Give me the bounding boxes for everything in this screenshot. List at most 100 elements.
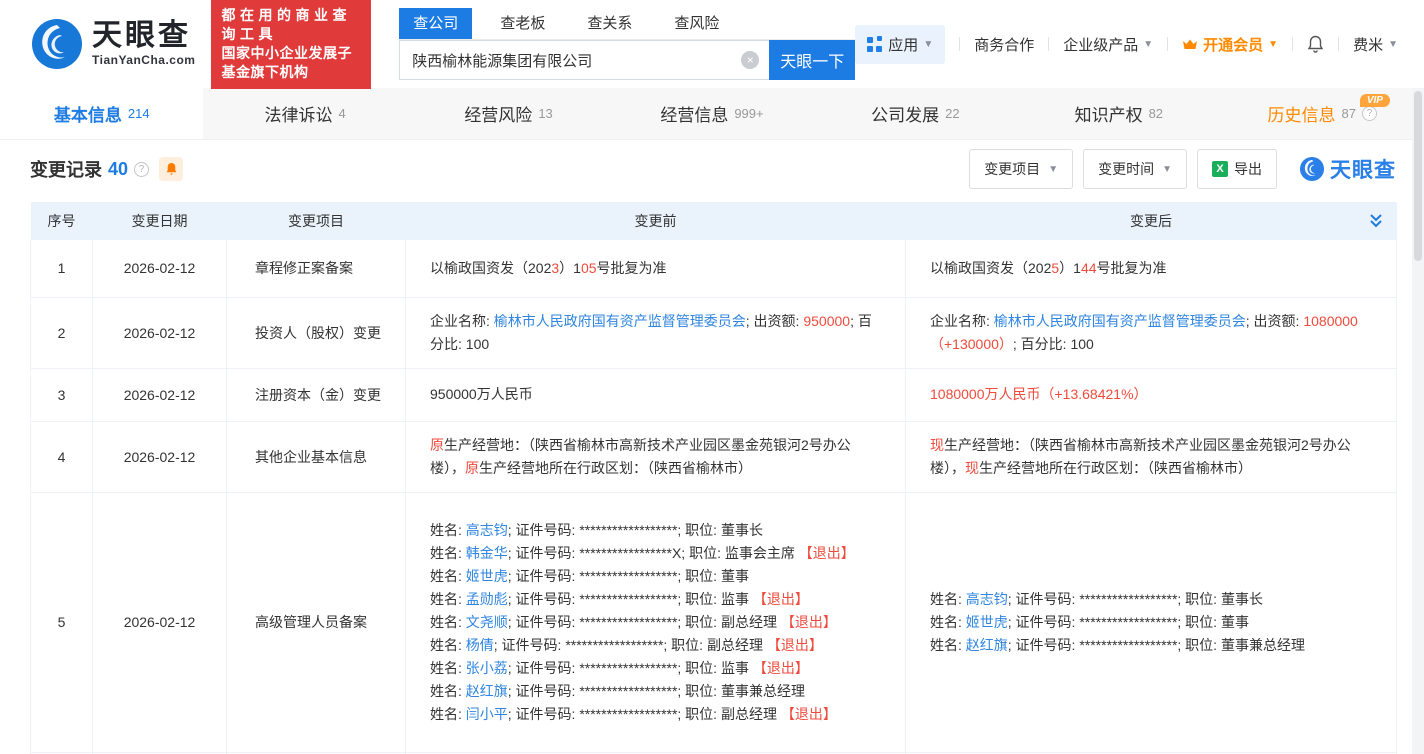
cell-text: 姓名: bbox=[430, 522, 466, 538]
entity-link[interactable]: 孟勋彪 bbox=[466, 591, 508, 607]
tab-operation-risk[interactable]: 经营风险 13 bbox=[407, 88, 610, 139]
tianyancha-logo[interactable]: 天眼查 TianYanCha.com bbox=[30, 17, 195, 71]
search-tab-company[interactable]: 查公司 bbox=[399, 8, 472, 39]
tab-basic-info[interactable]: 基本信息 214 bbox=[0, 88, 203, 139]
changed-text: 【退出】 bbox=[767, 637, 823, 653]
search-input[interactable] bbox=[399, 40, 769, 80]
menu-cooperation[interactable]: 商务合作 bbox=[974, 34, 1034, 55]
cell-text: 姓名: bbox=[430, 683, 466, 699]
cell-text: 姓名: bbox=[430, 591, 466, 607]
tab-company-development[interactable]: 公司发展 22 bbox=[814, 88, 1017, 139]
scrollbar[interactable] bbox=[1412, 88, 1424, 754]
table-row: 52026-02-12高级管理人员备案姓名: 高志钧; 证件号码: ******… bbox=[31, 492, 1397, 752]
col-header-no: 序号 bbox=[31, 202, 93, 240]
cell-text: ; 出资额: bbox=[746, 313, 804, 329]
tianyancha-eye-icon bbox=[1299, 156, 1325, 182]
entity-link[interactable]: 榆林市人民政府国有资产监督管理委员会 bbox=[994, 313, 1246, 329]
tab-history-info[interactable]: 历史信息 87 ? VIP bbox=[1221, 88, 1424, 139]
entity-link[interactable]: 榆林市人民政府国有资产监督管理委员会 bbox=[494, 313, 746, 329]
company-nav-tabs: 基本信息 214 法律诉讼 4 经营风险 13 经营信息 999+ 公司发展 2… bbox=[0, 88, 1424, 140]
cell-text: 以榆政国资发（202 bbox=[930, 260, 1051, 276]
change-date: 2026-02-12 bbox=[93, 492, 227, 752]
cell-text: 姓名: bbox=[430, 614, 466, 630]
menu-enterprise[interactable]: 企业级产品 ▼ bbox=[1063, 34, 1153, 55]
vip-badge: VIP bbox=[1360, 94, 1390, 107]
search-tab-risk[interactable]: 查风险 bbox=[660, 8, 733, 39]
chevron-down-icon: ▼ bbox=[1268, 39, 1278, 50]
changed-text: 现 bbox=[965, 460, 979, 476]
entity-link[interactable]: 闫小平 bbox=[466, 706, 508, 722]
change-date: 2026-02-12 bbox=[93, 368, 227, 421]
entity-link[interactable]: 韩金华 bbox=[466, 545, 508, 561]
export-button[interactable]: X 导出 bbox=[1197, 149, 1277, 189]
cell-text: 以榆政国资发（202 bbox=[430, 260, 551, 276]
entity-link[interactable]: 姬世虎 bbox=[466, 568, 508, 584]
filter-change-time-button[interactable]: 变更时间 ▼ bbox=[1083, 149, 1187, 189]
site-header: 天眼查 TianYanCha.com 都在用的商业查询工具 国家中小企业发展子基… bbox=[0, 0, 1424, 88]
cell-text: ; 证件号码: ******************; 职位: 董事兼总经理 bbox=[1008, 637, 1305, 653]
entity-link[interactable]: 张小荔 bbox=[466, 660, 508, 676]
tab-legal-litigation[interactable]: 法律诉讼 4 bbox=[203, 88, 406, 139]
entity-link[interactable]: 文尧顺 bbox=[466, 614, 508, 630]
cell-text: 950000万人民币 bbox=[430, 386, 533, 402]
username: 费米 bbox=[1353, 34, 1383, 55]
change-record-section-bar: 变更记录 40 ? 变更项目 ▼ 变更时间 ▼ X 导出 天眼查 bbox=[0, 140, 1424, 198]
table-header-row: 序号 变更日期 变更项目 变更前 变更后 bbox=[31, 202, 1397, 240]
after-cell: 企业名称: 榆林市人民政府国有资产监督管理委员会; 出资额: 1080000（+… bbox=[906, 297, 1397, 368]
watermark-logo: 天眼查 bbox=[1299, 154, 1396, 184]
search-block: 查公司 查老板 查关系 查风险 × 天眼一下 bbox=[399, 8, 855, 80]
changed-text: 05 bbox=[581, 260, 597, 276]
table-row: 12026-02-12章程修正案备案以榆政国资发（2023）105号批复为准以榆… bbox=[31, 240, 1397, 297]
entity-link[interactable]: 赵红旗 bbox=[466, 683, 508, 699]
user-menu[interactable]: 费米 ▼ bbox=[1353, 34, 1398, 55]
divider bbox=[1167, 37, 1168, 51]
row-number: 2 bbox=[31, 297, 93, 368]
cell-text: ）1 bbox=[1059, 260, 1081, 276]
apps-label: 应用 bbox=[888, 34, 918, 55]
brand-name: 天眼查 bbox=[92, 21, 195, 51]
changed-text: 【退出】 bbox=[781, 614, 837, 630]
help-icon[interactable]: ? bbox=[134, 162, 149, 177]
search-button[interactable]: 天眼一下 bbox=[769, 40, 855, 80]
change-date: 2026-02-12 bbox=[93, 240, 227, 297]
entity-link[interactable]: 赵红旗 bbox=[966, 637, 1008, 653]
changed-text: 3 bbox=[551, 260, 559, 276]
col-header-date: 变更日期 bbox=[93, 202, 227, 240]
section-title: 变更记录 bbox=[30, 156, 102, 182]
cell-text: ; 证件号码: *****************X; 职位: 监事会主席 bbox=[508, 545, 799, 561]
cell-text: ; 证件号码: ******************; 职位: 副总经理 bbox=[508, 614, 781, 630]
after-cell: 以榆政国资发（2025）144号批复为准 bbox=[906, 240, 1397, 297]
search-tab-relation[interactable]: 查关系 bbox=[573, 8, 646, 39]
table-row: 32026-02-12注册资本（金）变更950000万人民币1080000万人民… bbox=[31, 368, 1397, 421]
before-cell: 企业名称: 榆林市人民政府国有资产监督管理委员会; 出资额: 950000; 百… bbox=[406, 297, 906, 368]
open-vip-button[interactable]: 开通会员 ▼ bbox=[1182, 34, 1278, 55]
cell-text: ; 证件号码: ******************; 职位: 董事兼总经理 bbox=[508, 683, 805, 699]
section-count: 40 bbox=[108, 159, 128, 180]
cell-text: ; 证件号码: ******************; 职位: 董事长 bbox=[1008, 591, 1263, 607]
changed-text: 950000 bbox=[803, 313, 850, 329]
tab-intellectual-property[interactable]: 知识产权 82 bbox=[1017, 88, 1220, 139]
tab-operation-info[interactable]: 经营信息 999+ bbox=[610, 88, 813, 139]
apps-menu[interactable]: 应用 ▼ bbox=[855, 25, 945, 64]
cell-text: 姓名: bbox=[430, 545, 466, 561]
change-item: 投资人（股权）变更 bbox=[227, 297, 406, 368]
monitor-bell-icon[interactable] bbox=[159, 157, 183, 181]
changed-text: 【退出】 bbox=[781, 706, 837, 722]
cell-text: 企业名称: bbox=[930, 313, 994, 329]
help-icon[interactable]: ? bbox=[1362, 106, 1377, 121]
filter-change-item-button[interactable]: 变更项目 ▼ bbox=[969, 149, 1073, 189]
expand-all-icon[interactable] bbox=[1369, 213, 1383, 228]
row-number: 5 bbox=[31, 492, 93, 752]
notification-bell-icon[interactable] bbox=[1307, 35, 1324, 53]
change-item: 章程修正案备案 bbox=[227, 240, 406, 297]
entity-link[interactable]: 高志钧 bbox=[466, 522, 508, 538]
entity-link[interactable]: 姬世虎 bbox=[966, 614, 1008, 630]
scrollbar-thumb[interactable] bbox=[1414, 91, 1422, 261]
brand-domain: TianYanCha.com bbox=[92, 53, 195, 67]
search-tab-boss[interactable]: 查老板 bbox=[486, 8, 559, 39]
entity-link[interactable]: 杨倩 bbox=[466, 637, 494, 653]
cell-text: 姓名: bbox=[430, 706, 466, 722]
changed-text: 现 bbox=[930, 437, 944, 453]
entity-link[interactable]: 高志钧 bbox=[966, 591, 1008, 607]
crown-icon bbox=[1182, 38, 1198, 51]
